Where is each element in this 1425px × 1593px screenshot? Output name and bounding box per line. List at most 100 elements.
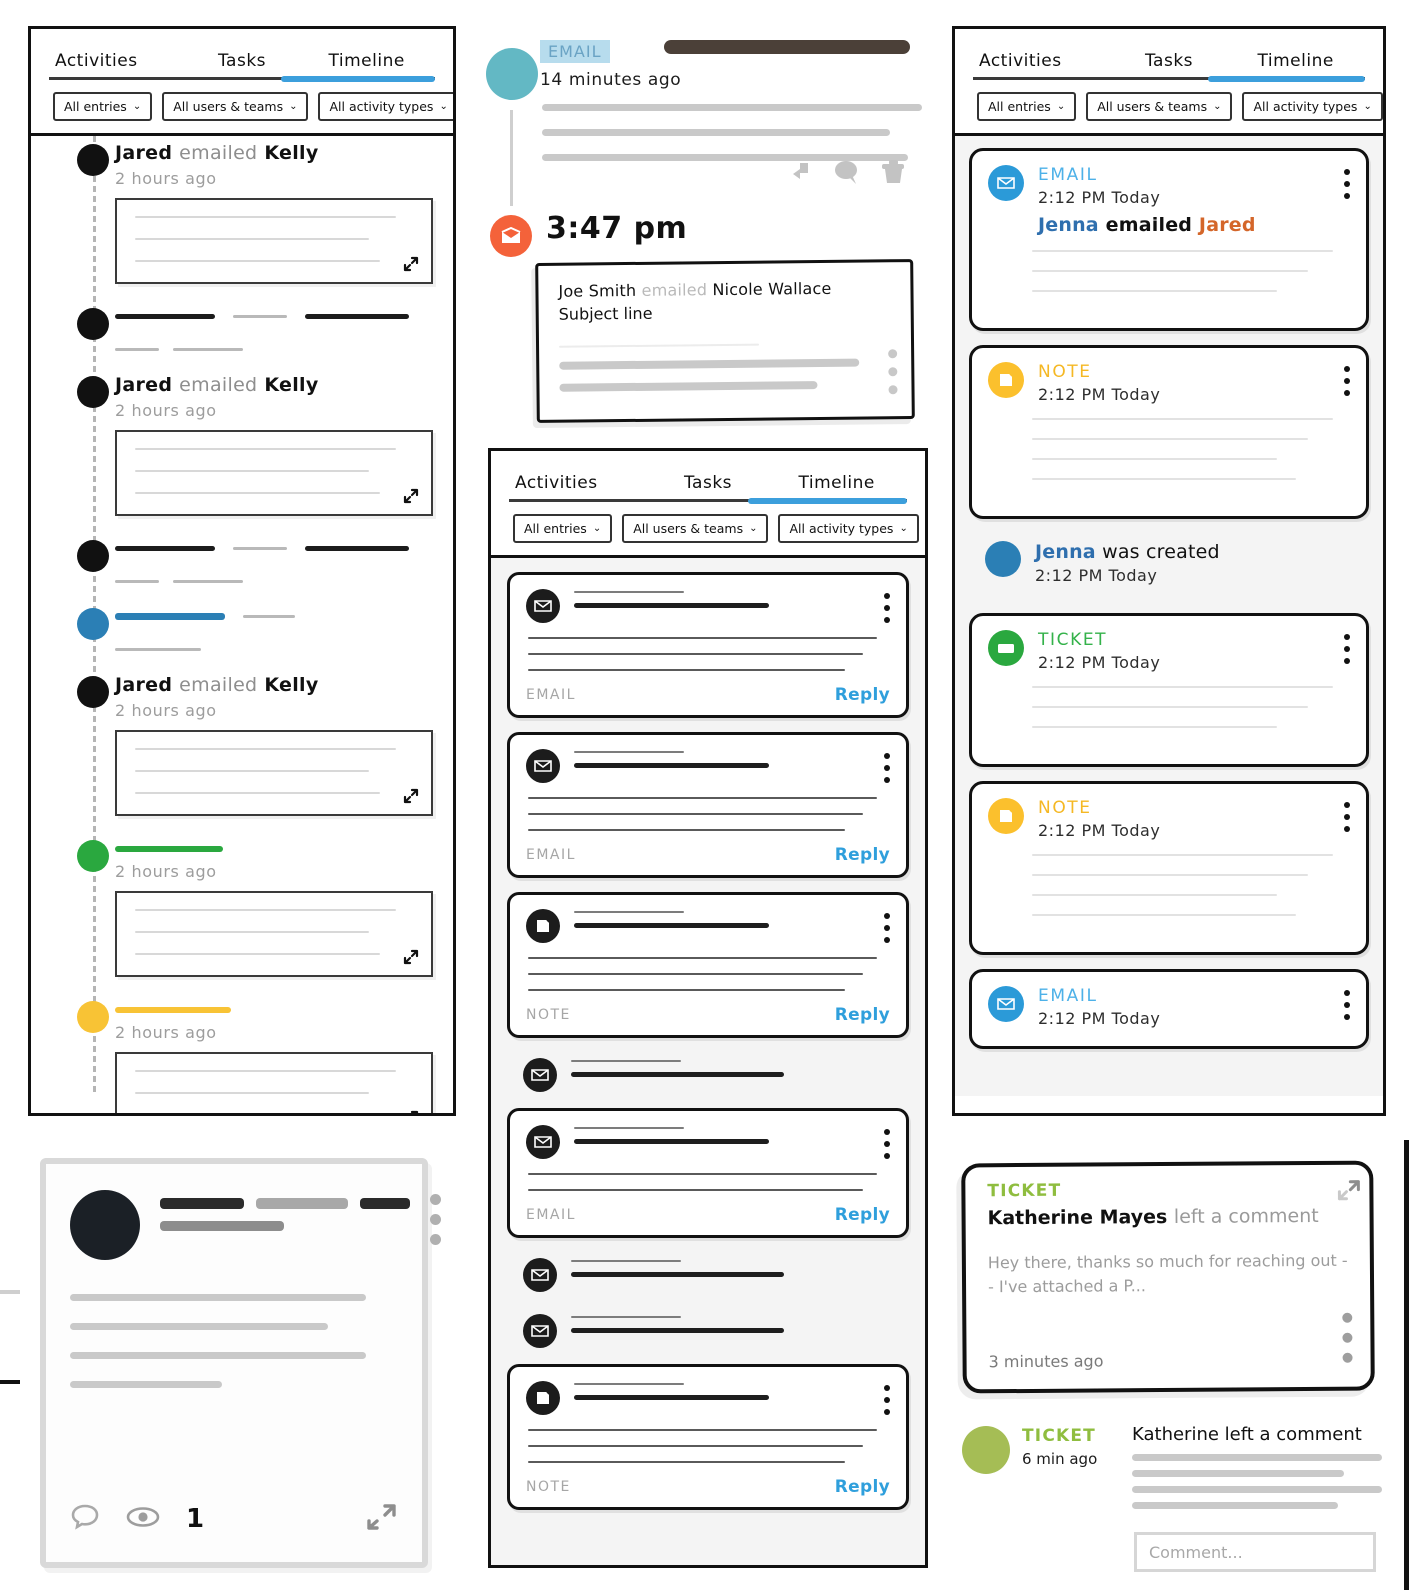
expand-icon[interactable] [403,488,419,504]
filter-all-users[interactable]: All users & teams ⌄ [162,92,309,121]
envelope-icon [988,165,1024,201]
filter-activity-types[interactable]: All activity types ⌄ [318,92,453,121]
envelope-icon [523,1314,557,1348]
tab-tasks[interactable]: Tasks [1106,51,1233,77]
headline-block: EMAIL 2:12 PM Today Jenna emailed Jared [1038,165,1256,236]
expand-icon[interactable] [403,788,419,804]
filter-all-entries[interactable]: All entries ⌄ [513,514,613,543]
timeline-entry[interactable]: Jared emailed Kelly 2 hours ago [31,142,453,284]
expand-icon[interactable] [403,1110,419,1113]
activity-card[interactable]: NOTE 2:12 PM Today [969,345,1369,519]
timeline-dot [77,676,109,708]
activity-card[interactable]: EMAIL Reply [507,572,909,718]
comment-input[interactable]: Comment... [1134,1532,1376,1572]
kebab-menu-button[interactable] [884,1125,890,1159]
entry-preview-panel[interactable] [115,891,433,977]
activity-detail-card[interactable]: 1 [40,1158,441,1568]
entry-preview-panel[interactable] [115,1052,433,1113]
kebab-menu-button[interactable] [1342,1312,1353,1363]
kebab-menu-button[interactable] [884,1381,890,1415]
body-line [542,104,922,111]
comment-bubble-icon[interactable] [832,159,862,189]
kebab-menu-button[interactable] [1344,630,1350,664]
entry-preview-panel[interactable] [115,198,433,284]
filter-all-entries[interactable]: All entries ⌄ [53,92,153,121]
email-summary-card[interactable]: Joe Smith emailed Nicole Wallace Subject… [535,259,915,423]
reply-button[interactable]: Reply [835,845,890,865]
kebab-menu-button[interactable] [1344,165,1350,199]
envelope-icon [526,589,560,623]
comment-bubble-icon[interactable] [70,1503,100,1535]
headline-line [571,1260,681,1262]
tab-timeline[interactable]: Timeline [304,51,429,77]
tab-activities[interactable]: Activities [55,51,180,77]
delete-icon[interactable] [878,158,908,190]
panel-header-left: Activities Tasks Timeline All entries ⌄ … [31,29,453,133]
actor-name: Jenna [1035,541,1096,563]
filter-all-users[interactable]: All users & teams ⌄ [622,514,769,543]
filter-all-entries[interactable]: All entries ⌄ [977,92,1077,121]
filter-activity-types[interactable]: All activity types ⌄ [778,514,919,543]
expand-icon[interactable] [403,256,419,272]
tab-tasks[interactable]: Tasks [644,473,773,499]
expand-icon[interactable] [403,949,419,965]
card-header: NOTE 2:12 PM Today [988,362,1350,404]
body-line [1032,270,1309,272]
tab-activities[interactable]: Activities [515,473,644,499]
activity-card[interactable]: EMAIL Reply [507,1108,909,1238]
body-line [1032,894,1277,896]
card-footer: NOTE Reply [526,1005,890,1025]
timeline-entry[interactable] [31,606,453,658]
tab-timeline[interactable]: Timeline [1232,51,1359,77]
kebab-menu-button[interactable] [1344,986,1350,1020]
activity-card[interactable]: NOTE Reply [507,892,909,1038]
activity-row-collapsed[interactable] [507,1052,909,1102]
entry-preview-panel[interactable] [115,730,433,816]
eye-icon[interactable] [126,1506,160,1532]
activity-card[interactable]: EMAIL 2:12 PM Today [969,969,1369,1049]
header-sub-placeholder [160,1221,284,1231]
tab-tasks[interactable]: Tasks [180,51,305,77]
activity-card[interactable]: EMAIL 2:12 PM Today Jenna emailed Jared [969,148,1369,331]
activity-card[interactable]: NOTE Reply [507,1364,909,1510]
filter-activity-types[interactable]: All activity types ⌄ [1242,92,1383,121]
timeline-entry[interactable]: Jared emailed Kelly 2 hours ago [31,674,453,816]
kebab-menu-button[interactable] [884,909,890,943]
activity-row-plain[interactable]: Jenna was created 2:12 PM Today [969,533,1369,599]
tab-bar-mid: Activities Tasks Timeline [491,451,925,499]
kebab-menu-button[interactable] [430,1190,441,1245]
timeline-entry[interactable]: 2 hours ago [31,838,453,977]
kebab-menu-button[interactable] [888,349,898,395]
activity-card[interactable]: EMAIL Reply [507,732,909,878]
timeline-entry[interactable]: 2 hours ago [31,999,453,1113]
kebab-menu-button[interactable] [1344,362,1350,396]
activity-row-collapsed[interactable] [507,1308,909,1358]
filter-all-users[interactable]: All users & teams ⌄ [1086,92,1233,121]
reply-button[interactable]: Reply [835,1205,890,1225]
body-line [559,358,860,370]
kebab-menu-button[interactable] [1344,798,1350,832]
timeline-entry[interactable] [31,306,453,358]
timeline-entry[interactable]: Jared emailed Kelly 2 hours ago [31,374,453,516]
reply-button[interactable]: Reply [835,1477,890,1497]
tab-timeline[interactable]: Timeline [772,473,901,499]
preview-line [135,931,369,933]
activity-card[interactable]: NOTE 2:12 PM Today [969,781,1369,955]
entry-preview-panel[interactable] [115,430,433,516]
ticket-comment-card[interactable]: TICKET Katherine Mayes left a comment He… [961,1160,1375,1394]
kebab-menu-button[interactable] [884,749,890,783]
expand-icon[interactable] [364,1502,398,1536]
tab-activities[interactable]: Activities [979,51,1106,77]
reply-arrow-icon[interactable] [788,160,816,188]
card-header: Jenna was created 2:12 PM Today [985,541,1353,585]
headline-line [574,1395,770,1400]
expand-icon[interactable] [1335,1179,1360,1201]
envelope-icon [523,1258,557,1292]
timeline-entry[interactable] [31,538,453,590]
activity-row-collapsed[interactable] [507,1252,909,1302]
reply-button[interactable]: Reply [835,685,890,705]
activity-card[interactable]: TICKET 2:12 PM Today [969,613,1369,767]
kebab-menu-button[interactable] [884,589,890,623]
reply-button[interactable]: Reply [835,1005,890,1025]
preview-line [135,470,369,472]
